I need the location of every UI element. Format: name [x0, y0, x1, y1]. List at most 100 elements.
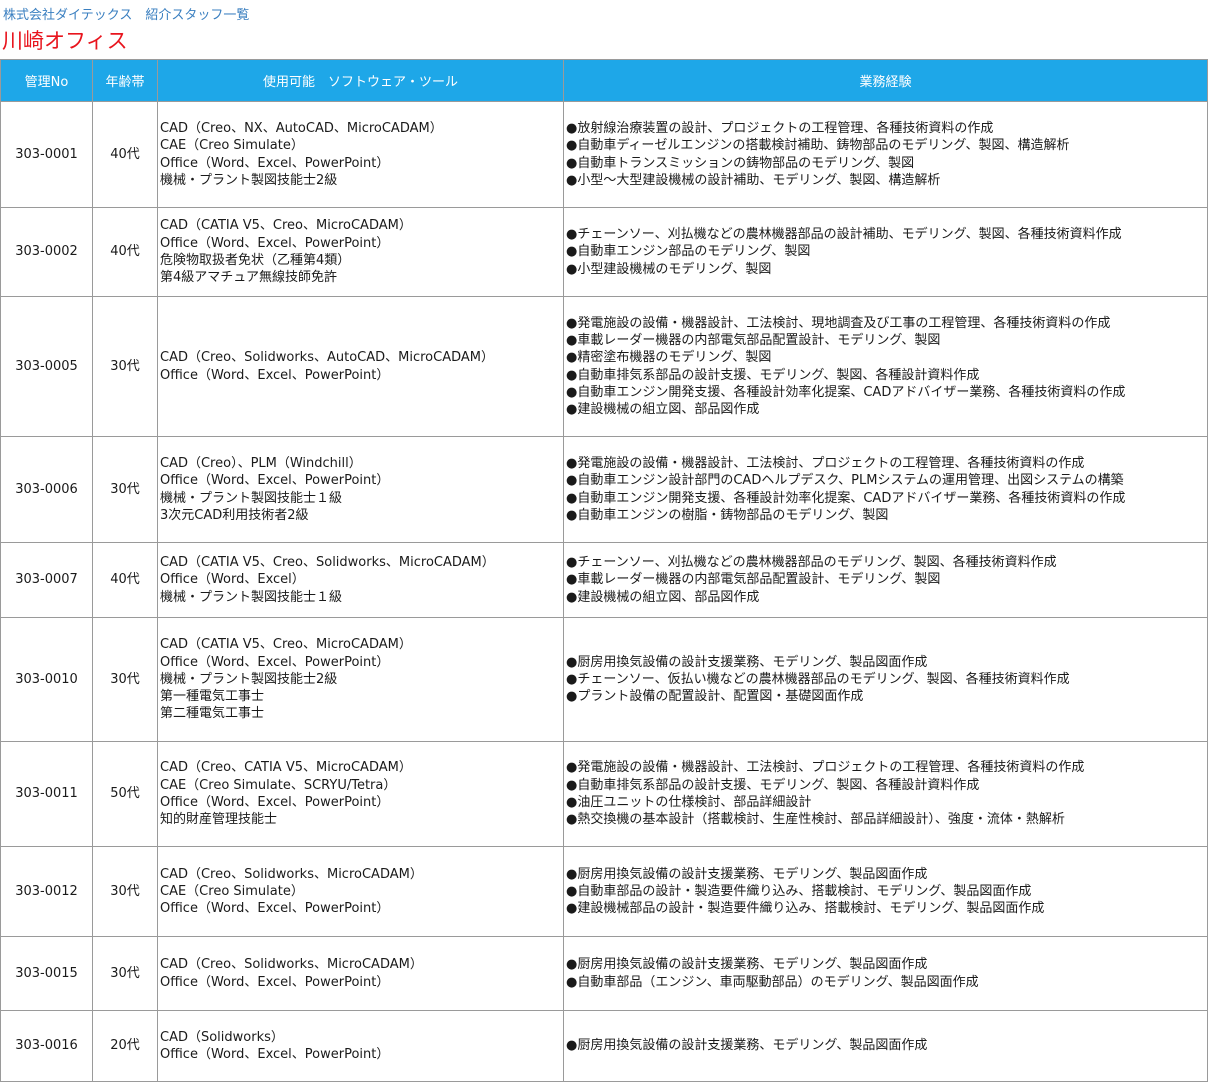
age-band-cell: 30代 [92, 846, 158, 937]
age-band-cell: 30代 [92, 296, 158, 437]
experience-line: ●プラント設備の配置設計、配置図・基礎図面作成 [566, 689, 864, 705]
table-row: 303-0002 40代 CAD（CATIA V5、Creo、MicroCADAM）… [0, 207, 1208, 297]
table-row: 303-0001 40代 CAD（Creo、NX、AutoCAD、MicroCADA… [0, 101, 1208, 208]
tools-cell: CAD（Creo、Solidworks、MicroCADAM） CAE（Creo … [157, 846, 564, 937]
table-row: 303-0010 30代 CAD（CATIA V5、Creo、MicroCADAM）… [0, 617, 1208, 742]
experience-line: ●厨房用換気設備の設計支援業務、モデリング、製品図面作成 [566, 1038, 928, 1054]
tool-line: CAD（CATIA V5、Creo、MicroCADAM） [160, 637, 412, 653]
tool-line: CAE（Creo Simulate） [160, 138, 304, 154]
tool-line: 危険物取扱者免状（乙種第4類） [160, 253, 351, 268]
experience-line: ●自動車エンジン開発支援、各種設計効率化提案、CADアドバイザー業務、各種技術資… [566, 490, 1126, 506]
staff-table: 管理No 年齢帯 使用可能 ソフトウェア・ツール 業務経験 303-0001 40… [0, 59, 1208, 1082]
office-title: 川崎オフィス [2, 29, 128, 53]
tool-line: 機械・プラント製図技能士１級 [160, 490, 343, 506]
staff-id-cell: 303-0007 [0, 542, 93, 618]
tool-line: CAD（Creo）、PLM（Windchill） [160, 455, 362, 471]
experience-line: ●自動車エンジンの樹脂・鋳物部品のモデリング、製図 [566, 507, 889, 523]
staff-id-cell: 303-0005 [0, 296, 93, 437]
tool-line: Office（Word、Excel、PowerPoint） [160, 473, 390, 489]
age-band-cell: 20代 [92, 1010, 158, 1082]
tool-line: Office（Word、Excel） [160, 572, 305, 588]
staff-id-cell: 303-0016 [0, 1010, 93, 1082]
tool-line: Office（Word、Excel、PowerPoint） [160, 974, 390, 990]
experience-line: ●チェーンソー、仮払い機などの農林機器部品のモデリング、製図、各種技術資料作成 [566, 671, 1070, 687]
experience-line: ●チェーンソー、刈払機などの農林機器部品のモデリング、製図、各種技術資料作成 [566, 555, 1057, 571]
experience-line: ●自動車エンジン開発支援、各種設計効率化提案、CADアドバイザー業務、各種技術資… [566, 384, 1126, 400]
experience-line: ●自動車エンジン部品のモデリング、製図 [566, 244, 811, 260]
experience-line: ●チェーンソー、刈払機などの農林機器部品の設計補助、モデリング、製図、各種技術資… [566, 227, 1122, 243]
table-row: 303-0006 30代 CAD（Creo）、PLM（Windchill） Offic… [0, 436, 1208, 543]
experience-cell: ●厨房用換気設備の設計支援業務、モデリング、製品図面作成 ●自動車部品（エンジン、… [563, 936, 1208, 1011]
tool-line: Office（Word、Excel、PowerPoint） [160, 155, 390, 171]
tool-line: 第一種電気工事士 [160, 689, 265, 705]
column-header-tools: 使用可能 ソフトウェア・ツール [157, 59, 564, 102]
tool-line: CAD（Creo、CATIA V5、MicroCADAM） [160, 760, 412, 776]
column-header-age: 年齢帯 [92, 59, 158, 102]
experience-line: ●自動車部品（エンジン、車両駆動部品）のモデリング、製品図面作成 [566, 974, 979, 990]
experience-line: ●油圧ユニットの仕様検討、部品詳細設計 [566, 795, 812, 810]
tool-line: CAD（CATIA V5、Creo、Solidworks、MicroCADAM） [160, 555, 495, 571]
tool-line: CAD（Solidworks） [160, 1029, 284, 1045]
experience-line: ●発電施設の設備・機器設計、工法検討、現地調査及び工事の工程管理、各種技術資料の… [566, 315, 1111, 331]
experience-line: ●発電施設の設備・機器設計、工法検討、プロジェクトの工程管理、各種技術資料の作成 [566, 760, 1085, 776]
tool-line: 機械・プラント製図技能士１級 [160, 589, 343, 605]
tool-line: CAD（Creo、Solidworks、AutoCAD、MicroCADAM） [160, 350, 494, 366]
experience-line: ●車載レーダー機器の内部電気部品配置設計、モデリング、製図 [566, 332, 941, 348]
experience-cell: ●発電施設の設備・機器設計、工法検討、現地調査及び工事の工程管理、各種技術資料の… [563, 296, 1208, 437]
tool-line: Office（Word、Excel、PowerPoint） [160, 367, 390, 383]
experience-line: ●厨房用換気設備の設計支援業務、モデリング、製品図面作成 [566, 654, 928, 670]
tools-cell: CAD（CATIA V5、Creo、MicroCADAM） Office（Word… [157, 617, 564, 742]
company-line: 株式会社ダイテックス 紹介スタッフ一覧 [3, 8, 250, 23]
tool-line: Office（Word、Excel、PowerPoint） [160, 795, 390, 810]
tool-line: 知的財産管理技能士 [160, 812, 278, 828]
column-header-id: 管理No [0, 59, 93, 102]
experience-cell: ●厨房用換気設備の設計支援業務、モデリング、製品図面作成 ●チェーンソー、仮払い機… [563, 617, 1208, 742]
experience-line: ●精密塗布機器のモデリング、製図 [566, 350, 772, 366]
tools-cell: CAD（Creo、NX、AutoCAD、MicroCADAM） CAE（Creo … [157, 101, 564, 208]
tool-line: Office（Word、Excel、PowerPoint） [160, 235, 390, 251]
experience-line: ●車載レーダー機器の内部電気部品配置設計、モデリング、製図 [566, 572, 941, 588]
experience-cell: ●放射線治療装置の設計、プロジェクトの工程管理、各種技術資料の作成 ●自動車ディー… [563, 101, 1208, 208]
experience-line: ●放射線治療装置の設計、プロジェクトの工程管理、各種技術資料の作成 [566, 120, 994, 136]
experience-line: ●自動車エンジン設計部門のCADヘルプデスク、PLMシステムの運用管理、出図シス… [566, 473, 1124, 489]
experience-line: ●厨房用換気設備の設計支援業務、モデリング、製品図面作成 [566, 957, 928, 973]
experience-cell: ●発電施設の設備・機器設計、工法検討、プロジェクトの工程管理、各種技術資料の作成… [563, 741, 1208, 847]
tool-line: Office（Word、Excel、PowerPoint） [160, 901, 390, 917]
tool-line: CAE（Creo Simulate、SCRYU/Tetra） [160, 777, 397, 793]
experience-line: ●建設機械部品の設計・製造要件織り込み、搭載検討、モデリング、製品図面作成 [566, 901, 1045, 917]
experience-line: ●自動車部品の設計・製造要件織り込み、搭載検討、モデリング、製品図面作成 [566, 883, 1032, 899]
age-band-cell: 40代 [92, 542, 158, 618]
experience-line: ●建設機械の組立図、部品図作成 [566, 402, 760, 418]
tool-line: Office（Word、Excel、PowerPoint） [160, 654, 390, 670]
experience-cell: ●厨房用換気設備の設計支援業務、モデリング、製品図面作成 [563, 1010, 1208, 1082]
experience-line: ●自動車排気系部品の設計支援、モデリング、製図、各種設計資料作成 [566, 777, 980, 793]
tool-line: CAD（CATIA V5、Creo、MicroCADAM） [160, 218, 412, 234]
table-row: 303-0011 50代 CAD（Creo、CATIA V5、MicroCADAM）… [0, 741, 1208, 847]
tool-line: Office（Word、Excel、PowerPoint） [160, 1047, 390, 1062]
age-band-cell: 30代 [92, 436, 158, 543]
age-band-cell: 30代 [92, 936, 158, 1011]
staff-id-cell: 303-0010 [0, 617, 93, 742]
experience-cell: ●厨房用換気設備の設計支援業務、モデリング、製品図面作成 ●自動車部品の設計・製造… [563, 846, 1208, 937]
tool-line: 3次元CAD利用技術者2級 [160, 507, 309, 523]
staff-id-cell: 303-0006 [0, 436, 93, 543]
age-band-cell: 40代 [92, 101, 158, 208]
experience-cell: ●チェーンソー、刈払機などの農林機器部品の設計補助、モデリング、製図、各種技術資… [563, 207, 1208, 297]
table-header-row: 管理No 年齢帯 使用可能 ソフトウェア・ツール 業務経験 [0, 59, 1208, 102]
table-row: 303-0016 20代 CAD（Solidworks） Office（Word、Ex… [0, 1010, 1208, 1082]
experience-cell: ●発電施設の設備・機器設計、工法検討、プロジェクトの工程管理、各種技術資料の作成… [563, 436, 1208, 543]
tools-cell: CAD（Creo、CATIA V5、MicroCADAM） CAE（Creo Si… [157, 741, 564, 847]
age-band-cell: 40代 [92, 207, 158, 297]
staff-id-cell: 303-0012 [0, 846, 93, 937]
experience-line: ●熱交換機の基本設計（搭載検討、生産性検討、部品詳細設計）、強度・流体・熱解析 [566, 812, 1065, 828]
tool-line: 機械・プラント製図技能士2級 [160, 172, 338, 188]
experience-line: ●小型～大型建設機械の設計補助、モデリング、製図、構造解析 [566, 172, 941, 188]
experience-line: ●小型建設機械のモデリング、製図 [566, 261, 772, 277]
tool-line: 第4級アマチュア無線技師免許 [160, 270, 338, 286]
experience-line: ●自動車ディーゼルエンジンの搭載検討補助、鋳物部品のモデリング、製図、構造解析 [566, 138, 1070, 154]
table-row: 303-0012 30代 CAD（Creo、Solidworks、MicroCADA… [0, 846, 1208, 937]
age-band-cell: 30代 [92, 617, 158, 742]
staff-id-cell: 303-0001 [0, 101, 93, 208]
tools-cell: CAD（Creo、Solidworks、MicroCADAM） Office（Wo… [157, 936, 564, 1011]
table-row: 303-0005 30代 CAD（Creo、Solidworks、AutoCAD、M… [0, 296, 1208, 437]
